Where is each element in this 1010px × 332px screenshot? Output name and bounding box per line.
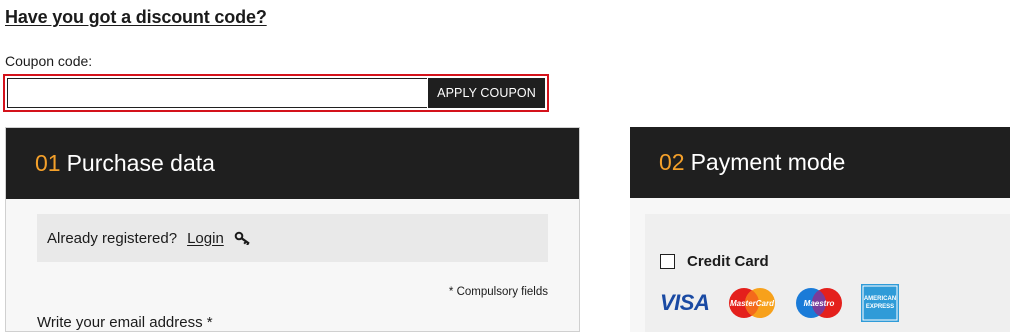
payment-mode-header: 02 Payment mode xyxy=(630,127,1010,198)
credit-card-checkbox[interactable] xyxy=(660,254,675,269)
key-icon[interactable] xyxy=(234,231,252,245)
payment-options: Credit Card VISA MasterCard Maestro AMER… xyxy=(645,214,1010,332)
purchase-data-title: Purchase data xyxy=(66,150,215,176)
credit-card-option[interactable]: Credit Card xyxy=(660,253,769,270)
already-registered-text: Already registered? xyxy=(47,229,178,247)
coupon-form: APPLY COUPON xyxy=(3,74,549,112)
discount-heading: Have you got a discount code? xyxy=(5,7,267,27)
maestro-logo-icon: Maestro xyxy=(795,287,843,319)
payment-step-number: 02 xyxy=(659,149,685,175)
purchase-data-panel: 01 Purchase data Already registered? Log… xyxy=(5,127,580,332)
apply-coupon-button[interactable]: APPLY COUPON xyxy=(427,78,545,108)
login-prompt: Already registered? Login xyxy=(37,214,548,262)
email-address-label: Write your email address * xyxy=(37,314,213,331)
purchase-data-header: 01 Purchase data xyxy=(6,128,579,199)
credit-card-label: Credit Card xyxy=(687,253,769,270)
amex-logo-icon: AMERICAN EXPRESS xyxy=(861,284,900,322)
payment-mode-title: Payment mode xyxy=(690,149,846,175)
coupon-code-input[interactable] xyxy=(7,78,427,108)
card-logos: VISA MasterCard Maestro AMERICAN EXPRESS xyxy=(660,284,900,322)
visa-logo-icon: VISA xyxy=(660,290,710,315)
maestro-text: Maestro xyxy=(804,299,835,308)
compulsory-fields-note: * Compulsory fields xyxy=(448,286,548,298)
login-link[interactable]: Login xyxy=(187,230,224,247)
svg-text:AMERICAN: AMERICAN xyxy=(864,296,896,302)
coupon-code-label: Coupon code: xyxy=(5,53,93,69)
mastercard-text: MasterCard xyxy=(730,299,775,308)
svg-text:EXPRESS: EXPRESS xyxy=(866,304,894,310)
payment-mode-panel: 02 Payment mode Credit Card VISA MasterC… xyxy=(630,127,1010,332)
mastercard-logo-icon: MasterCard xyxy=(727,287,777,319)
purchase-step-number: 01 xyxy=(35,150,61,176)
